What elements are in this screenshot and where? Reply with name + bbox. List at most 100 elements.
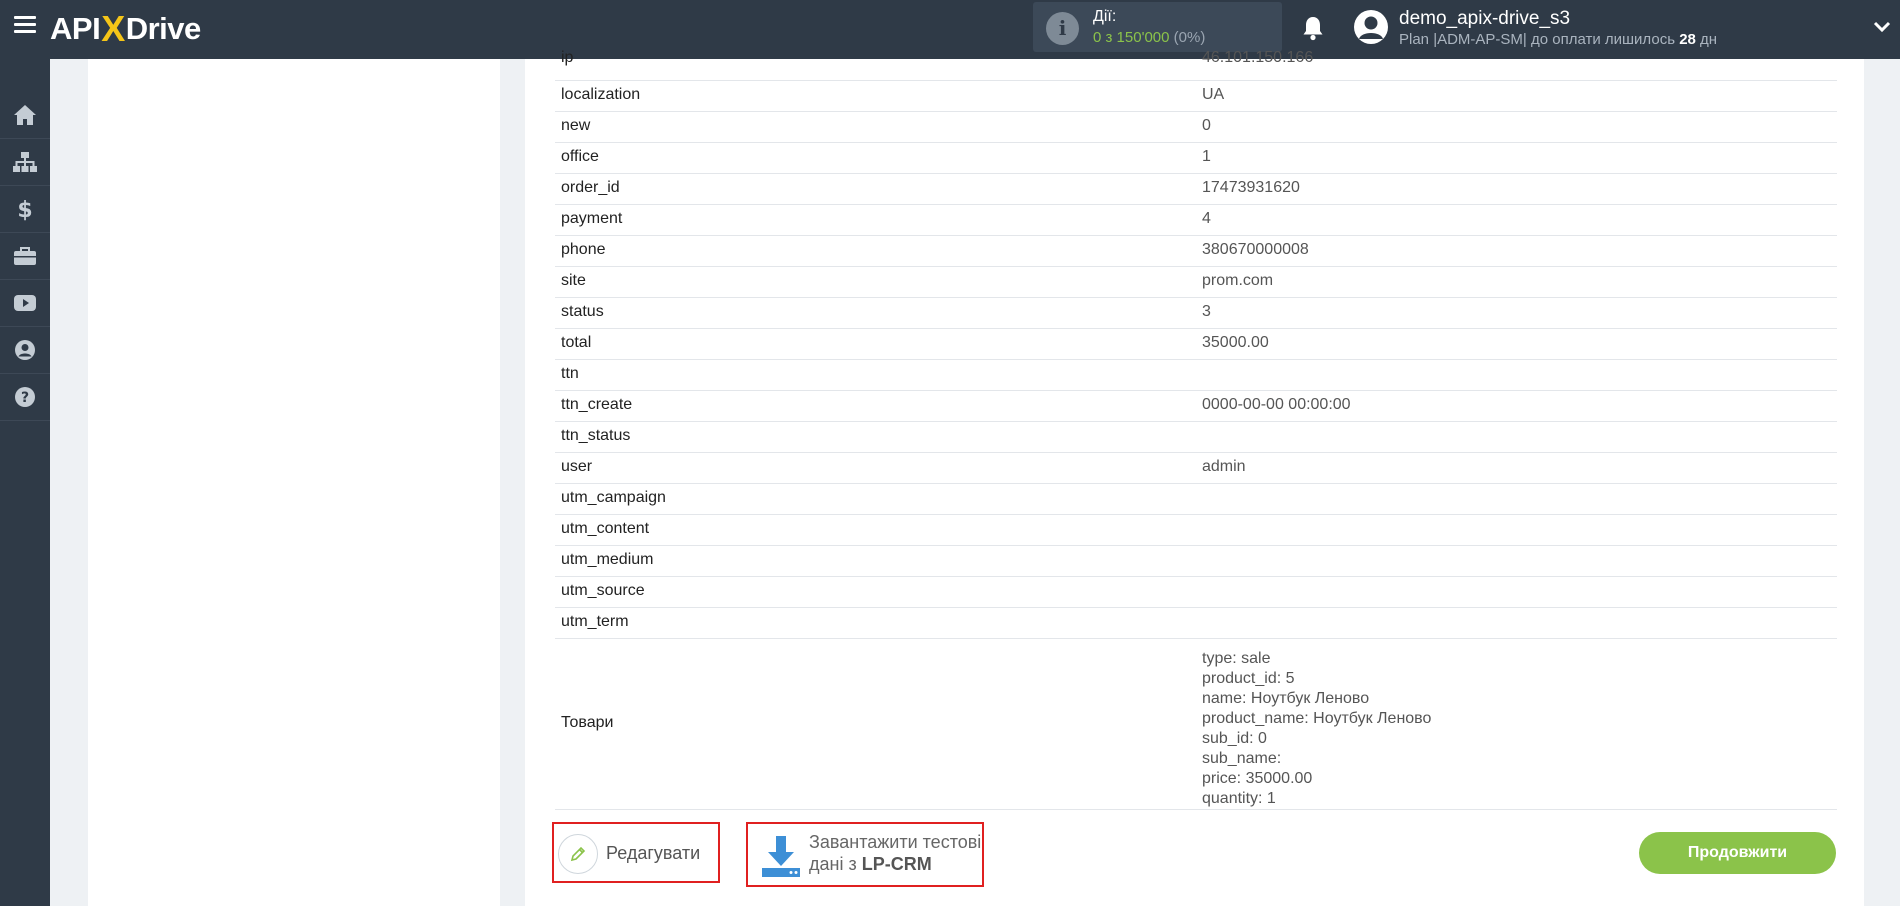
sitemap-icon bbox=[13, 152, 37, 172]
load-button-line1: Завантажити тестові bbox=[809, 832, 982, 852]
field-key: ttn_status bbox=[561, 427, 631, 444]
field-key: utm_source bbox=[561, 582, 645, 599]
plan-text: Plan |ADM-AP-SM| до оплати лишилось bbox=[1399, 31, 1676, 48]
info-icon: i bbox=[1046, 12, 1079, 45]
pencil-icon bbox=[558, 834, 598, 874]
sidebar-item-connections[interactable] bbox=[0, 139, 50, 186]
table-row: site prom.com bbox=[555, 267, 1837, 298]
field-value: UA bbox=[1202, 86, 1225, 103]
field-key: site bbox=[561, 272, 586, 289]
sidebar-item-help[interactable]: ? bbox=[0, 374, 50, 421]
load-button-prefix: дані з bbox=[809, 854, 857, 874]
field-value: 4 bbox=[1202, 210, 1211, 227]
field-value: 17473931620 bbox=[1202, 179, 1300, 196]
edit-button[interactable]: Редагувати bbox=[552, 822, 720, 883]
goods-line: quantity: 1 bbox=[1202, 790, 1276, 807]
sidebar-item-account[interactable] bbox=[0, 327, 50, 374]
field-key: phone bbox=[561, 241, 606, 258]
field-value: 380670000008 bbox=[1202, 241, 1309, 258]
field-key: utm_content bbox=[561, 520, 650, 537]
table-row: utm_source bbox=[555, 577, 1837, 608]
table-row: new 0 bbox=[555, 112, 1837, 143]
continue-button[interactable]: Продовжити bbox=[1639, 832, 1836, 874]
days-left: 28 bbox=[1679, 31, 1696, 48]
avatar[interactable] bbox=[1354, 10, 1388, 44]
sidebar-item-home[interactable] bbox=[0, 92, 50, 139]
logo-text-x: X bbox=[101, 8, 125, 49]
sidebar-item-video[interactable] bbox=[0, 280, 50, 327]
field-value: prom.com bbox=[1202, 272, 1274, 289]
youtube-icon bbox=[14, 295, 36, 311]
table-row: ttn_status bbox=[555, 422, 1837, 453]
table-row: office 1 bbox=[555, 143, 1837, 174]
field-key: status bbox=[561, 303, 604, 320]
sidebar-item-tools[interactable] bbox=[0, 233, 50, 280]
table-row-goods: Товари type: sale product_id: 5 name: Но… bbox=[555, 639, 1837, 810]
goods-details: type: sale product_id: 5 name: Ноутбук Л… bbox=[1202, 649, 1431, 809]
table-row: utm_campaign bbox=[555, 484, 1837, 515]
actions-percent: (0%) bbox=[1173, 29, 1206, 46]
table-row: payment 4 bbox=[555, 205, 1837, 236]
field-value: 3 bbox=[1202, 303, 1211, 320]
table-row: utm_medium bbox=[555, 546, 1837, 577]
actions-count: 0 з 150'000 bbox=[1093, 29, 1170, 46]
goods-line: type: sale bbox=[1202, 650, 1271, 667]
svg-text:?: ? bbox=[21, 390, 29, 406]
sidebar-item-billing[interactable]: $ bbox=[0, 186, 50, 233]
load-button-source: LP-CRM bbox=[861, 854, 932, 874]
load-button-line2: дані з LP-CRM bbox=[809, 854, 932, 875]
load-test-data-button[interactable]: Завантажити тестові дані з LP-CRM bbox=[746, 822, 984, 887]
field-key: new bbox=[561, 117, 591, 134]
user-name[interactable]: demo_apix-drive_s3 bbox=[1399, 8, 1570, 30]
hamburger-menu-icon[interactable] bbox=[14, 16, 36, 34]
actions-counter[interactable]: i Дії: 0 з 150'000 (0%) bbox=[1033, 2, 1282, 52]
field-key: user bbox=[561, 458, 593, 475]
edit-button-label: Редагувати bbox=[606, 843, 701, 863]
goods-line: sub_id: 0 bbox=[1202, 730, 1267, 747]
actions-value: 0 з 150'000 (0%) bbox=[1093, 29, 1205, 46]
field-value: 0000-00-00 00:00:00 bbox=[1202, 396, 1351, 413]
apix-drive-logo[interactable]: API X Drive bbox=[50, 8, 202, 49]
field-key: utm_term bbox=[561, 613, 629, 630]
chevron-down-icon[interactable] bbox=[1873, 18, 1891, 36]
table-row: utm_term bbox=[555, 608, 1837, 639]
user-circle-icon bbox=[15, 340, 35, 360]
field-key: office bbox=[561, 148, 599, 165]
goods-line: sub_name: bbox=[1202, 750, 1282, 767]
field-key: utm_medium bbox=[561, 551, 654, 568]
field-value: 1 bbox=[1202, 148, 1211, 165]
field-key: ttn bbox=[561, 365, 579, 382]
table-row: status 3 bbox=[555, 298, 1837, 329]
table-row: utm_content bbox=[555, 515, 1837, 546]
table-row: ttn bbox=[555, 360, 1837, 391]
table-row: total 35000.00 bbox=[555, 329, 1837, 360]
sidebar: $ ? bbox=[0, 59, 50, 906]
field-key: ip bbox=[561, 49, 574, 66]
goods-line: price: 35000.00 bbox=[1202, 770, 1313, 787]
bell-icon[interactable] bbox=[1301, 15, 1325, 41]
actions-label: Дії: bbox=[1093, 8, 1117, 25]
table-row: ip 46.101.150.166 bbox=[555, 49, 1837, 81]
left-panel bbox=[88, 59, 500, 906]
field-key: localization bbox=[561, 86, 641, 103]
svg-text:$: $ bbox=[17, 198, 32, 221]
goods-line: name: Ноутбук Леново bbox=[1202, 690, 1370, 707]
table-row: order_id 17473931620 bbox=[555, 174, 1837, 205]
field-key: Товари bbox=[561, 714, 614, 731]
table-row: user admin bbox=[555, 453, 1837, 484]
question-circle-icon: ? bbox=[15, 387, 35, 407]
field-key: ttn_create bbox=[561, 396, 633, 413]
table-row: ttn_create 0000-00-00 00:00:00 bbox=[555, 391, 1837, 422]
logo-text-api: API bbox=[50, 11, 101, 46]
table-row: localization UA bbox=[555, 81, 1837, 112]
field-value: 35000.00 bbox=[1202, 334, 1269, 351]
goods-line: product_name: Ноутбук Леново bbox=[1202, 710, 1432, 727]
field-value: 0 bbox=[1202, 117, 1211, 134]
field-key: payment bbox=[561, 210, 623, 227]
field-value: admin bbox=[1202, 458, 1246, 475]
field-key: order_id bbox=[561, 179, 620, 196]
logo-text-drive: Drive bbox=[125, 11, 202, 46]
home-icon bbox=[14, 105, 36, 125]
field-key: total bbox=[561, 334, 592, 351]
download-icon bbox=[762, 836, 800, 877]
